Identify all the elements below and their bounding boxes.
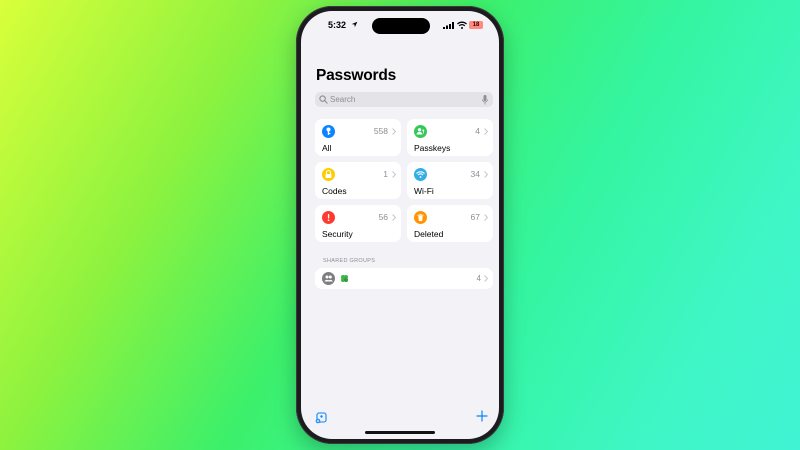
chevron-right-icon xyxy=(484,214,488,221)
category-label: Wi-Fi xyxy=(414,186,434,196)
search-icon xyxy=(319,95,328,104)
key-plus-icon[interactable] xyxy=(315,411,328,424)
status-time: 5:32 xyxy=(328,20,347,30)
status-bar: 5:32 18 xyxy=(301,11,499,39)
add-button[interactable] xyxy=(476,410,488,422)
chevron-right-icon xyxy=(484,275,488,282)
exclamation-icon xyxy=(322,211,335,224)
plus-icon xyxy=(476,410,488,422)
category-count: 34 xyxy=(470,169,480,179)
chevron-right-icon xyxy=(484,171,488,178)
category-tile-security[interactable]: 56 Security xyxy=(315,205,401,242)
key-icon xyxy=(322,125,335,138)
wifi-icon xyxy=(457,21,467,29)
dynamic-island xyxy=(372,18,430,34)
chevron-right-icon xyxy=(392,171,396,178)
category-label: Deleted xyxy=(414,229,444,239)
trash-icon xyxy=(414,211,427,224)
category-label: All xyxy=(322,143,332,153)
search-input[interactable] xyxy=(330,92,470,107)
cellular-signal-icon xyxy=(443,22,454,29)
search-bar[interactable] xyxy=(315,92,493,107)
category-count: 56 xyxy=(378,212,388,222)
phone-frame: 5:32 18 Passwords Search 558 All 4 Passk… xyxy=(296,6,504,444)
person-key-icon xyxy=(414,125,427,138)
location-arrow-icon xyxy=(351,21,358,28)
category-tile-codes[interactable]: 1 Codes xyxy=(315,162,401,199)
group-icon xyxy=(322,272,335,285)
chevron-right-icon xyxy=(392,214,396,221)
microphone-icon[interactable] xyxy=(482,95,488,105)
group-count: 4 xyxy=(476,274,481,283)
category-tile-deleted[interactable]: 67 Deleted xyxy=(407,205,493,242)
home-indicator[interactable] xyxy=(365,431,435,434)
category-count: 67 xyxy=(470,212,480,222)
clover-icon xyxy=(340,274,349,283)
category-count: 558 xyxy=(373,126,388,136)
battery-icon: 18 xyxy=(469,21,483,29)
category-tile-wifi[interactable]: 34 Wi-Fi xyxy=(407,162,493,199)
page-title: Passwords xyxy=(316,67,397,84)
wifi-icon xyxy=(414,168,427,181)
shared-group-row[interactable]: 4 xyxy=(315,268,493,289)
category-label: Security xyxy=(322,229,353,239)
chevron-right-icon xyxy=(392,128,396,135)
category-count: 1 xyxy=(383,169,388,179)
category-count: 4 xyxy=(475,126,480,136)
app-screen: 5:32 18 Passwords Search 558 All 4 Passk… xyxy=(301,11,499,439)
category-label: Passkeys xyxy=(414,143,451,153)
category-label: Codes xyxy=(322,186,347,196)
lock-icon xyxy=(322,168,335,181)
chevron-right-icon xyxy=(484,128,488,135)
category-tile-passkeys[interactable]: 4 Passkeys xyxy=(407,119,493,156)
category-tile-all[interactable]: 558 All xyxy=(315,119,401,156)
shared-groups-header: SHARED GROUPS xyxy=(323,258,376,264)
